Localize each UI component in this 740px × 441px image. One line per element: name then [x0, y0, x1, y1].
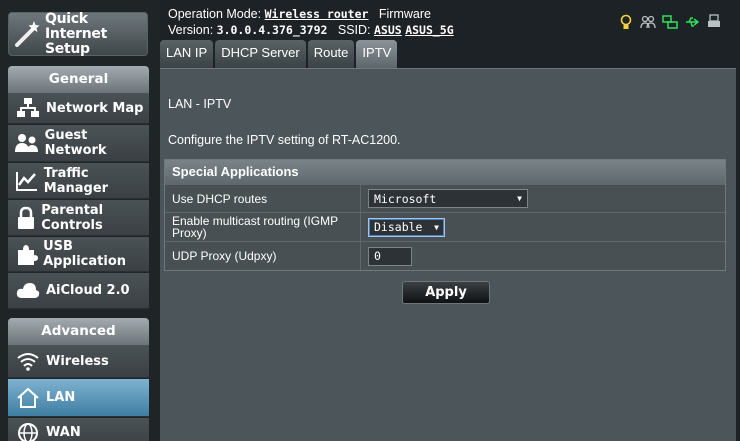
sidebar-item-wireless[interactable]: Wireless — [8, 345, 149, 378]
igmp-proxy-label: Enable multicast routing (IGMP Proxy) — [165, 213, 361, 241]
network-map-icon — [13, 93, 43, 123]
page-title: LAN - IPTV — [168, 97, 232, 111]
network-status-icon[interactable] — [662, 14, 678, 30]
sidebar-item-parental-controls[interactable]: Parental Controls — [8, 200, 149, 236]
udp-proxy-label: UDP Proxy (Udpxy) — [165, 242, 361, 270]
dropdown-arrow-icon: ▼ — [517, 194, 522, 203]
status-icons — [618, 14, 722, 30]
tab-route[interactable]: Route — [307, 40, 355, 68]
igmp-proxy-cell: Disable ▼ — [361, 213, 725, 241]
sidebar-item-aicloud[interactable]: AiCloud 2.0 — [8, 273, 149, 309]
version-label: Version: — [168, 23, 214, 37]
general-menu-header: General — [8, 66, 149, 93]
tab-iptv[interactable]: IPTV — [356, 40, 398, 68]
globe-icon — [13, 418, 43, 441]
operation-mode-label: Operation Mode: — [168, 7, 262, 21]
magic-wand-icon — [12, 17, 42, 51]
udp-proxy-input[interactable]: 0 — [368, 246, 412, 266]
guest-network-icon — [13, 128, 42, 158]
operation-mode-link[interactable]: Wireless router — [265, 7, 369, 21]
sidebar-item-label: Network Map — [46, 100, 144, 116]
sidebar-item-usb-application[interactable]: USB Application — [8, 237, 149, 272]
clients-icon[interactable] — [640, 14, 656, 30]
printer-icon[interactable] — [706, 14, 722, 30]
sidebar-item-label: Traffic Manager — [43, 165, 109, 196]
dropdown-arrow-icon: ▼ — [434, 222, 439, 232]
sidebar-item-label: WAN — [46, 425, 81, 440]
traffic-manager-icon — [13, 166, 41, 196]
cloud-icon — [13, 276, 43, 306]
home-icon — [13, 383, 43, 413]
lan-tabs: LAN IP DHCP Server Route IPTV — [160, 40, 399, 68]
udp-proxy-cell: 0 — [361, 242, 725, 270]
ssid-label: SSID: — [337, 23, 371, 37]
router-info-header: Operation Mode: Wireless router Firmware… — [168, 6, 454, 38]
quick-internet-setup-label: Quick Internet Setup — [45, 10, 108, 57]
wifi-icon — [13, 346, 43, 376]
sidebar-item-label: Parental Controls — [41, 202, 104, 233]
lightbulb-icon[interactable] — [618, 14, 634, 30]
table-row: Enable multicast routing (IGMP Proxy) Di… — [165, 212, 725, 241]
firmware-label: Firmware — [378, 7, 431, 21]
use-dhcp-routes-label: Use DHCP routes — [165, 185, 361, 212]
sidebar-item-traffic-manager[interactable]: Traffic Manager — [8, 163, 149, 199]
tab-dhcp-server[interactable]: DHCP Server — [215, 40, 306, 68]
sidebar-item-lan[interactable]: LAN — [8, 379, 149, 417]
apply-button[interactable]: Apply — [402, 281, 490, 304]
ssid-5g-link[interactable]: ASUS_5G — [405, 23, 453, 37]
table-row: UDP Proxy (Udpxy) 0 — [165, 241, 725, 270]
sidebar-item-label: AiCloud 2.0 — [46, 283, 130, 298]
sidebar-item-label: USB Application — [43, 239, 127, 269]
select-value: Microsoft — [374, 191, 437, 206]
main-panel: LAN - IPTV Configure the IPTV setting of… — [160, 68, 736, 441]
sidebar-item-label: Guest Network — [44, 128, 107, 158]
table-header: Special Applications — [165, 160, 725, 184]
ssid-2g-link[interactable]: ASUS — [374, 23, 402, 37]
firmware-version-link[interactable]: 3.0.0.4.376_3792 — [217, 23, 328, 37]
special-applications-table: Special Applications Use DHCP routes Mic… — [164, 159, 726, 271]
sidebar-item-label: LAN — [46, 390, 76, 405]
use-dhcp-routes-cell: Microsoft ▼ — [361, 185, 725, 212]
select-value: Disable — [374, 220, 423, 234]
sidebar-item-wan[interactable]: WAN — [8, 418, 149, 441]
sidebar-item-label: Wireless — [46, 353, 109, 369]
use-dhcp-routes-select[interactable]: Microsoft ▼ — [368, 189, 528, 208]
lock-icon — [13, 203, 38, 233]
quick-internet-setup-button[interactable]: Quick Internet Setup — [8, 10, 148, 57]
sidebar-item-guest-network[interactable]: Guest Network — [8, 125, 149, 162]
sidebar-item-network-map[interactable]: Network Map — [8, 93, 149, 124]
page-description: Configure the IPTV setting of RT-AC1200. — [168, 133, 401, 147]
puzzle-icon — [13, 239, 40, 269]
igmp-proxy-select[interactable]: Disable ▼ — [368, 217, 445, 237]
sidebar: Quick Internet Setup General Network Map… — [0, 0, 160, 441]
usb-status-icon[interactable] — [684, 14, 700, 30]
table-row: Use DHCP routes Microsoft ▼ — [165, 184, 725, 212]
advanced-settings-header: Advanced Settings — [8, 318, 149, 366]
tab-lan-ip[interactable]: LAN IP — [160, 40, 214, 68]
